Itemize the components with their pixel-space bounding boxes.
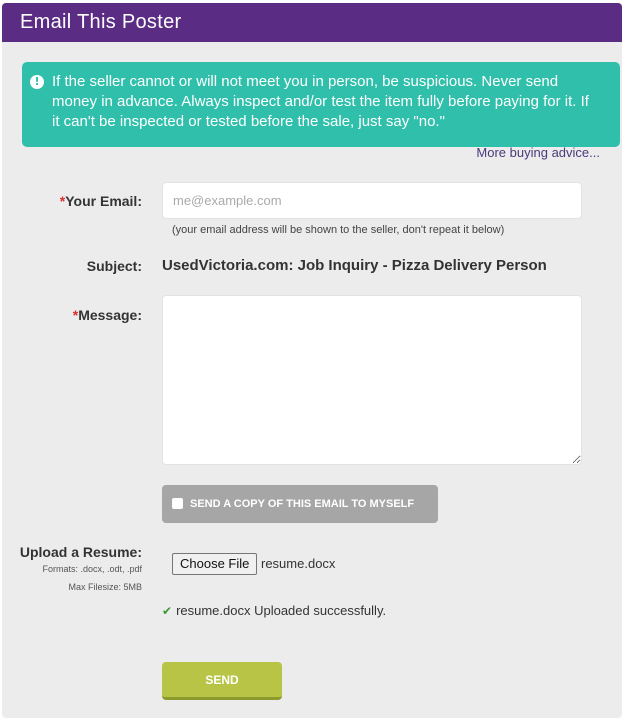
message-label: *Message: bbox=[2, 307, 142, 323]
send-copy-label: SEND A COPY OF THIS EMAIL TO MYSELF bbox=[190, 498, 415, 510]
send-button[interactable]: SEND bbox=[162, 662, 282, 700]
message-label-text: Message: bbox=[78, 307, 142, 323]
selected-filename: resume.docx bbox=[261, 556, 336, 571]
exclamation-circle-icon: ! bbox=[30, 75, 44, 89]
upload-maxsize: Max Filesize: 5MB bbox=[68, 582, 142, 592]
safety-alert: ! If the seller cannot or will not meet … bbox=[22, 62, 620, 147]
email-label-text: Your Email: bbox=[65, 193, 142, 209]
more-buying-advice-link[interactable]: More buying advice... bbox=[476, 145, 600, 160]
alert-text: If the seller cannot or will not meet yo… bbox=[52, 73, 589, 130]
panel-header: Email This Poster bbox=[2, 3, 622, 42]
upload-success-message: ✔ resume.docx Uploaded successfully. bbox=[162, 603, 386, 618]
choose-file-button[interactable]: Choose File bbox=[172, 553, 258, 575]
upload-resume-label: Upload a Resume: bbox=[19, 544, 142, 560]
upload-success-text: resume.docx Uploaded successfully. bbox=[176, 603, 387, 618]
subject-label: Subject: bbox=[86, 258, 142, 274]
email-hint: (your email address will be shown to the… bbox=[172, 224, 505, 236]
upload-formats: Formats: .docx, .odt, .pdf bbox=[42, 564, 142, 574]
send-copy-toggle[interactable]: SEND A COPY OF THIS EMAIL TO MYSELF bbox=[162, 485, 438, 523]
email-poster-panel: Email This Poster ! If the seller cannot… bbox=[2, 3, 622, 718]
email-label: *Your Email: bbox=[2, 193, 142, 209]
checkmark-icon: ✔ bbox=[162, 604, 173, 618]
message-textarea[interactable] bbox=[162, 295, 582, 465]
copy-checkbox[interactable] bbox=[172, 497, 183, 509]
page-title: Email This Poster bbox=[20, 11, 182, 33]
email-input[interactable] bbox=[162, 182, 582, 219]
subject-value: UsedVictoria.com: Job Inquiry - Pizza De… bbox=[162, 257, 547, 274]
